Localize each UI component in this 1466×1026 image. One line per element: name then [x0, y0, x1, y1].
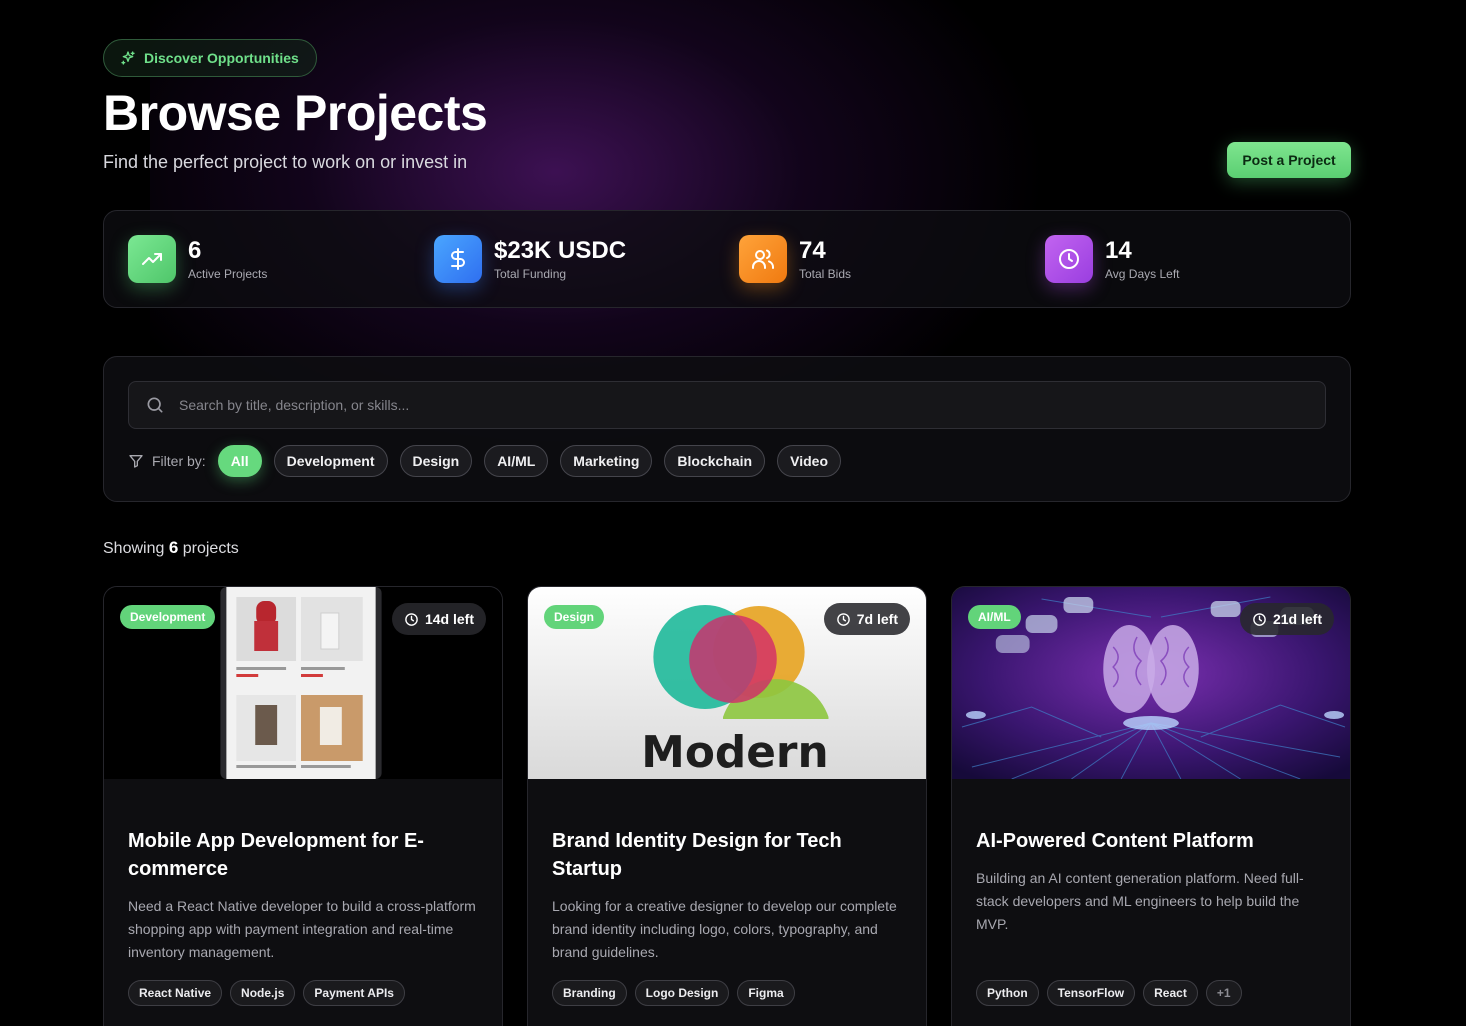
- more-tags-badge[interactable]: +1: [1205, 980, 1242, 1006]
- skill-tag: Branding: [552, 980, 627, 1006]
- stat-value: 6: [188, 237, 202, 264]
- stat-total-bids: 74 Total Bids: [739, 235, 851, 283]
- search-bar: [128, 381, 1326, 429]
- brand-logo-text: Modern: [641, 727, 828, 778]
- stat-label: Active Projects: [188, 267, 268, 281]
- stat-label: Avg Days Left: [1105, 267, 1180, 281]
- skill-tag: Figma: [737, 980, 795, 1006]
- search-filter-panel: Filter by: All Development Design AI/ML …: [103, 356, 1351, 502]
- filter-chip-marketing[interactable]: Marketing: [560, 445, 653, 477]
- trending-up-icon: [128, 235, 176, 283]
- clock-icon: [405, 612, 418, 626]
- discover-badge: Discover Opportunities: [103, 39, 317, 77]
- filter-chip-video[interactable]: Video: [777, 445, 841, 477]
- skill-tag: React Native: [128, 980, 223, 1006]
- time-left-badge: 14d left: [391, 603, 486, 635]
- time-left-text: 7d left: [856, 611, 898, 627]
- filter-chip-blockchain[interactable]: Blockchain: [664, 445, 766, 477]
- filter-label-text: Filter by:: [152, 453, 206, 469]
- project-description: Building an AI content generation platfo…: [976, 870, 1304, 932]
- page-title: Browse Projects: [103, 85, 488, 141]
- stat-active-projects: 6 Active Projects: [128, 235, 267, 283]
- results-prefix: Showing: [103, 540, 165, 557]
- post-project-button[interactable]: Post a Project: [1227, 142, 1351, 178]
- search-icon: [147, 397, 163, 413]
- project-card[interactable]: Modern Design 7d left Brand Identity Des…: [527, 586, 927, 1026]
- project-description: Looking for a creative designer to devel…: [552, 898, 897, 960]
- skill-tag: React: [1143, 980, 1198, 1006]
- skill-tag: Logo Design: [634, 980, 730, 1006]
- skill-tags: Python TensorFlow React +1: [976, 980, 1242, 1006]
- filter-chip-development[interactable]: Development: [273, 445, 388, 477]
- stats-panel: 6 Active Projects $23K USDC Total Fundin…: [103, 210, 1351, 308]
- stat-value: $23K USDC: [494, 237, 627, 264]
- project-title[interactable]: Mobile App Development for E-commerce: [128, 827, 428, 883]
- discover-badge-label: Discover Opportunities: [144, 50, 299, 66]
- time-left-badge: 21d left: [1239, 603, 1334, 635]
- sparkles-icon: [121, 51, 135, 65]
- results-count: Showing 6 projects: [103, 538, 239, 558]
- time-left-text: 21d left: [1272, 611, 1322, 627]
- search-input[interactable]: [179, 397, 1325, 413]
- clock-icon: [836, 612, 850, 626]
- skill-tag: TensorFlow: [1046, 980, 1136, 1006]
- stat-value: 74: [799, 237, 826, 264]
- skill-tags: Branding Logo Design Figma: [552, 980, 795, 1006]
- clock-icon: [1253, 612, 1266, 626]
- project-card[interactable]: AI/ML 21d left AI-Powered Content Platfo…: [951, 586, 1351, 1026]
- project-card[interactable]: Development 14d left Mobile App Developm…: [103, 586, 503, 1026]
- filter-chip-design[interactable]: Design: [399, 445, 473, 477]
- project-title[interactable]: Brand Identity Design for Tech Startup: [552, 827, 852, 883]
- skill-tag: Node.js: [230, 980, 296, 1006]
- category-badge: Development: [120, 605, 216, 629]
- stat-avg-days-left: 14 Avg Days Left: [1045, 235, 1179, 283]
- stat-label: Total Funding: [494, 267, 567, 281]
- skill-tag: Payment APIs: [303, 980, 405, 1006]
- page-subtitle: Find the perfect project to work on or i…: [103, 152, 468, 172]
- filter-chip-all[interactable]: All: [217, 445, 262, 477]
- skill-tags: React Native Node.js Payment APIs: [128, 980, 405, 1006]
- stat-value: 14: [1105, 237, 1132, 264]
- dollar-icon: [434, 235, 482, 283]
- stat-label: Total Bids: [799, 267, 852, 281]
- stat-total-funding: $23K USDC Total Funding: [434, 235, 626, 283]
- results-number: 6: [168, 538, 179, 557]
- clock-icon: [1045, 235, 1093, 283]
- results-suffix: projects: [182, 540, 239, 557]
- time-left-badge: 7d left: [823, 603, 910, 635]
- skill-tag: Python: [976, 980, 1039, 1006]
- time-left-text: 14d left: [424, 611, 474, 627]
- users-icon: [739, 235, 787, 283]
- filter-row: Filter by: All Development Design AI/ML …: [128, 445, 841, 477]
- filter-icon: [129, 455, 143, 468]
- category-badge: AI/ML: [968, 605, 1021, 629]
- project-title[interactable]: AI-Powered Content Platform: [976, 827, 1316, 855]
- filter-chip-ai-ml[interactable]: AI/ML: [484, 445, 549, 477]
- filter-label: Filter by:: [128, 453, 206, 469]
- project-description: Need a React Native developer to build a…: [128, 898, 476, 960]
- category-badge: Design: [544, 605, 605, 629]
